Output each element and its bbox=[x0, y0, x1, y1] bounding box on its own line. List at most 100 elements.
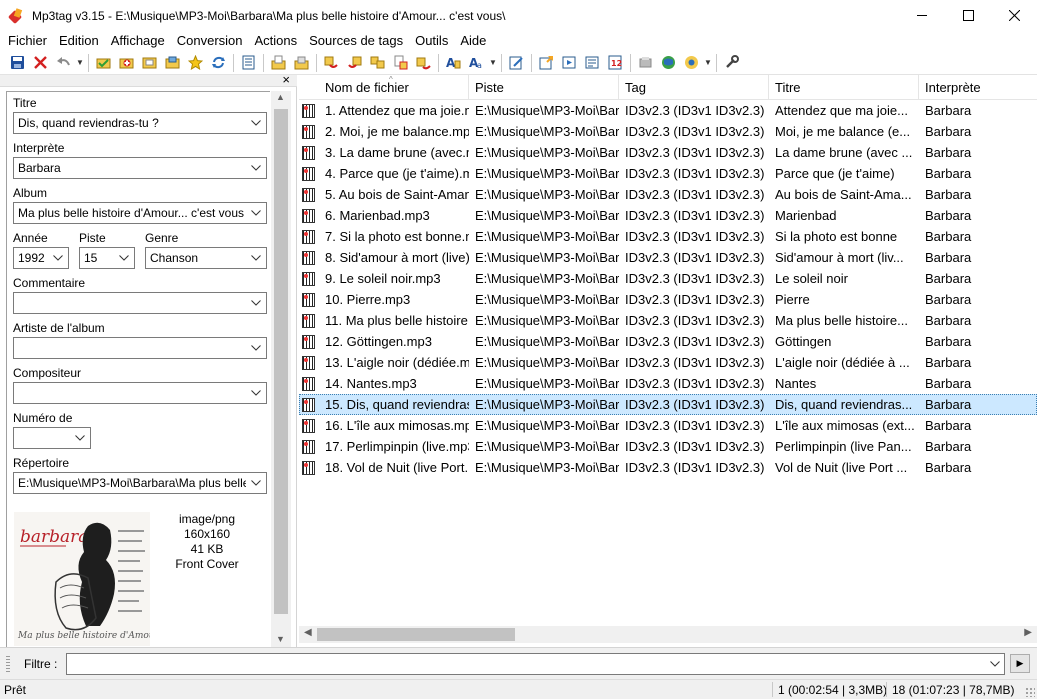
composer-field[interactable] bbox=[13, 382, 267, 404]
edit-button[interactable] bbox=[505, 52, 528, 74]
chevron-down-icon[interactable] bbox=[117, 248, 131, 268]
tag-to-filename-button[interactable] bbox=[320, 52, 343, 74]
minimize-button[interactable] bbox=[899, 0, 945, 31]
column-header-filename[interactable]: ^ Nom de fichier bbox=[299, 75, 469, 100]
chevron-down-icon[interactable] bbox=[990, 654, 1000, 674]
table-row[interactable]: 2. Moi, je me balance.mp3 E:\Musique\MP3-… bbox=[299, 121, 1037, 142]
paste-tag-button[interactable] bbox=[290, 52, 313, 74]
add-directory-button[interactable] bbox=[115, 52, 138, 74]
disc-number-field[interactable] bbox=[13, 427, 91, 449]
track-field[interactable]: 15 bbox=[79, 247, 135, 269]
table-row[interactable]: 6. Marienbad.mp3 E:\Musique\MP3-Moi\Barba… bbox=[299, 205, 1037, 226]
open-folder-button[interactable] bbox=[138, 52, 161, 74]
chevron-down-icon[interactable] bbox=[249, 383, 263, 403]
filter-apply-button[interactable]: ▶ bbox=[1010, 654, 1030, 673]
title-field[interactable]: Dis, quand reviendras-tu ? bbox=[13, 112, 267, 134]
tag-sources-dropdown[interactable]: ▼ bbox=[703, 52, 713, 74]
menu-aide[interactable]: Aide bbox=[454, 31, 492, 51]
table-row[interactable]: 5. Au bois de Saint-Amand.mp3 E:\Musique\… bbox=[299, 184, 1037, 205]
column-header-title[interactable]: Titre bbox=[769, 75, 919, 100]
copy-tag-button[interactable] bbox=[267, 52, 290, 74]
directory-field[interactable]: E:\Musique\MP3-Moi\Barbara\Ma plus belle… bbox=[13, 472, 267, 494]
chevron-down-icon[interactable] bbox=[249, 203, 263, 223]
scroll-right-icon[interactable]: ▶ bbox=[1024, 627, 1032, 638]
album-artist-field[interactable] bbox=[13, 337, 267, 359]
table-row[interactable]: 1. Attendez que ma joie.mp3 E:\Musique\MP… bbox=[299, 100, 1037, 121]
case-conversion-button[interactable]: Aa bbox=[465, 52, 488, 74]
close-button[interactable] bbox=[991, 0, 1037, 31]
menu-edition[interactable]: Edition bbox=[53, 31, 105, 51]
table-row[interactable]: 16. L'île aux mimosas.mp3 E:\Musique\MP3-… bbox=[299, 415, 1037, 436]
reload-button[interactable] bbox=[207, 52, 230, 74]
tag-sources-button[interactable] bbox=[680, 52, 703, 74]
scroll-up-icon[interactable]: ▲ bbox=[276, 92, 285, 102]
maximize-button[interactable] bbox=[945, 0, 991, 31]
table-row[interactable]: 7. Si la photo est bonne.mp3 E:\Musique\M… bbox=[299, 226, 1037, 247]
scroll-thumb[interactable] bbox=[274, 109, 288, 614]
html-export-button[interactable] bbox=[581, 52, 604, 74]
freedb-button[interactable] bbox=[634, 52, 657, 74]
genre-field[interactable]: Chanson bbox=[145, 247, 267, 269]
menu-conversion[interactable]: Conversion bbox=[171, 31, 249, 51]
change-directory-button[interactable] bbox=[92, 52, 115, 74]
year-field[interactable]: 1992 bbox=[13, 247, 69, 269]
options-button[interactable] bbox=[720, 52, 743, 74]
chevron-down-icon[interactable] bbox=[249, 113, 263, 133]
web-source-button[interactable] bbox=[657, 52, 680, 74]
table-row[interactable]: 4. Parce que (je t'aime).mp3 E:\Musique\M… bbox=[299, 163, 1037, 184]
favorites-button[interactable] bbox=[184, 52, 207, 74]
numbering-button[interactable]: 12 bbox=[604, 52, 627, 74]
save-button[interactable] bbox=[6, 52, 29, 74]
scroll-left-icon[interactable]: ◀ bbox=[304, 627, 312, 638]
chevron-down-icon[interactable] bbox=[249, 338, 263, 358]
filter-input[interactable] bbox=[66, 653, 1005, 675]
playlist-export-button[interactable] bbox=[558, 52, 581, 74]
tag-panel-button[interactable] bbox=[237, 52, 260, 74]
cover-art[interactable]: barbara Ma plus belle histoire d'Amour..… bbox=[14, 512, 150, 646]
tag-panel-scrollbar[interactable]: ▲ ▼ bbox=[271, 91, 291, 647]
chevron-down-icon[interactable] bbox=[73, 428, 87, 448]
scroll-thumb[interactable] bbox=[317, 628, 515, 641]
table-row[interactable]: 8. Sid'amour à mort (live).mp3 E:\Musique… bbox=[299, 247, 1037, 268]
actions-button[interactable] bbox=[412, 52, 435, 74]
table-row[interactable]: 11. Ma plus belle histoire.mp3 E:\Musique… bbox=[299, 310, 1037, 331]
table-row[interactable]: 18. Vol de Nuit (live Port.mp3 E:\Musique… bbox=[299, 457, 1037, 478]
album-field[interactable]: Ma plus belle histoire d'Amour... c'est … bbox=[13, 202, 267, 224]
table-row[interactable]: 3. La dame brune (avec.mp3 E:\Musique\MP3… bbox=[299, 142, 1037, 163]
chevron-down-icon[interactable] bbox=[249, 248, 263, 268]
undo-dropdown[interactable]: ▼ bbox=[75, 52, 85, 74]
case-conversion-dropdown[interactable]: ▼ bbox=[488, 52, 498, 74]
column-header-tag[interactable]: Tag bbox=[619, 75, 769, 100]
chevron-down-icon[interactable] bbox=[249, 158, 263, 178]
tag-to-tag-button[interactable] bbox=[366, 52, 389, 74]
grip-icon[interactable] bbox=[6, 656, 10, 672]
table-row[interactable]: 15. Dis, quand reviendras-tu.mp3 E:\Musiq… bbox=[299, 394, 1037, 415]
column-header-artist[interactable]: Interprète bbox=[919, 75, 1037, 100]
playlist-folder-button[interactable] bbox=[161, 52, 184, 74]
chevron-down-icon[interactable] bbox=[249, 473, 263, 493]
comment-field[interactable] bbox=[13, 292, 267, 314]
export-button[interactable] bbox=[535, 52, 558, 74]
table-row[interactable]: 17. Perlimpinpin (live.mp3 E:\Musique\MP3… bbox=[299, 436, 1037, 457]
artist-field[interactable]: Barbara bbox=[13, 157, 267, 179]
menu-fichier[interactable]: Fichier bbox=[2, 31, 53, 51]
resize-grip-icon[interactable] bbox=[1025, 687, 1035, 697]
chevron-down-icon[interactable] bbox=[51, 248, 65, 268]
filename-to-tag-button[interactable] bbox=[343, 52, 366, 74]
table-row[interactable]: 10. Pierre.mp3 E:\Musique\MP3-Moi\Barbara… bbox=[299, 289, 1037, 310]
table-row[interactable]: 13. L'aigle noir (dédiée.mp3 E:\Musique\M… bbox=[299, 352, 1037, 373]
column-header-path[interactable]: Piste bbox=[469, 75, 619, 100]
table-row[interactable]: 14. Nantes.mp3 E:\Musique\MP3-Moi\Barbara… bbox=[299, 373, 1037, 394]
list-horizontal-scrollbar[interactable]: ◀ ▶ bbox=[299, 626, 1037, 643]
menu-outils[interactable]: Outils bbox=[409, 31, 454, 51]
menu-sources-de-tags[interactable]: Sources de tags bbox=[303, 31, 409, 51]
remove-tag-button[interactable] bbox=[29, 52, 52, 74]
table-row[interactable]: 12. Göttingen.mp3 E:\Musique\MP3-Moi\Barb… bbox=[299, 331, 1037, 352]
quick-action-button[interactable]: A bbox=[442, 52, 465, 74]
menu-actions[interactable]: Actions bbox=[249, 31, 304, 51]
table-row[interactable]: 9. Le soleil noir.mp3 E:\Musique\MP3-Moi\… bbox=[299, 268, 1037, 289]
panel-close-icon[interactable]: × bbox=[282, 72, 290, 87]
undo-button[interactable] bbox=[52, 52, 75, 74]
menu-affichage[interactable]: Affichage bbox=[105, 31, 171, 51]
scroll-down-icon[interactable]: ▼ bbox=[276, 634, 285, 644]
